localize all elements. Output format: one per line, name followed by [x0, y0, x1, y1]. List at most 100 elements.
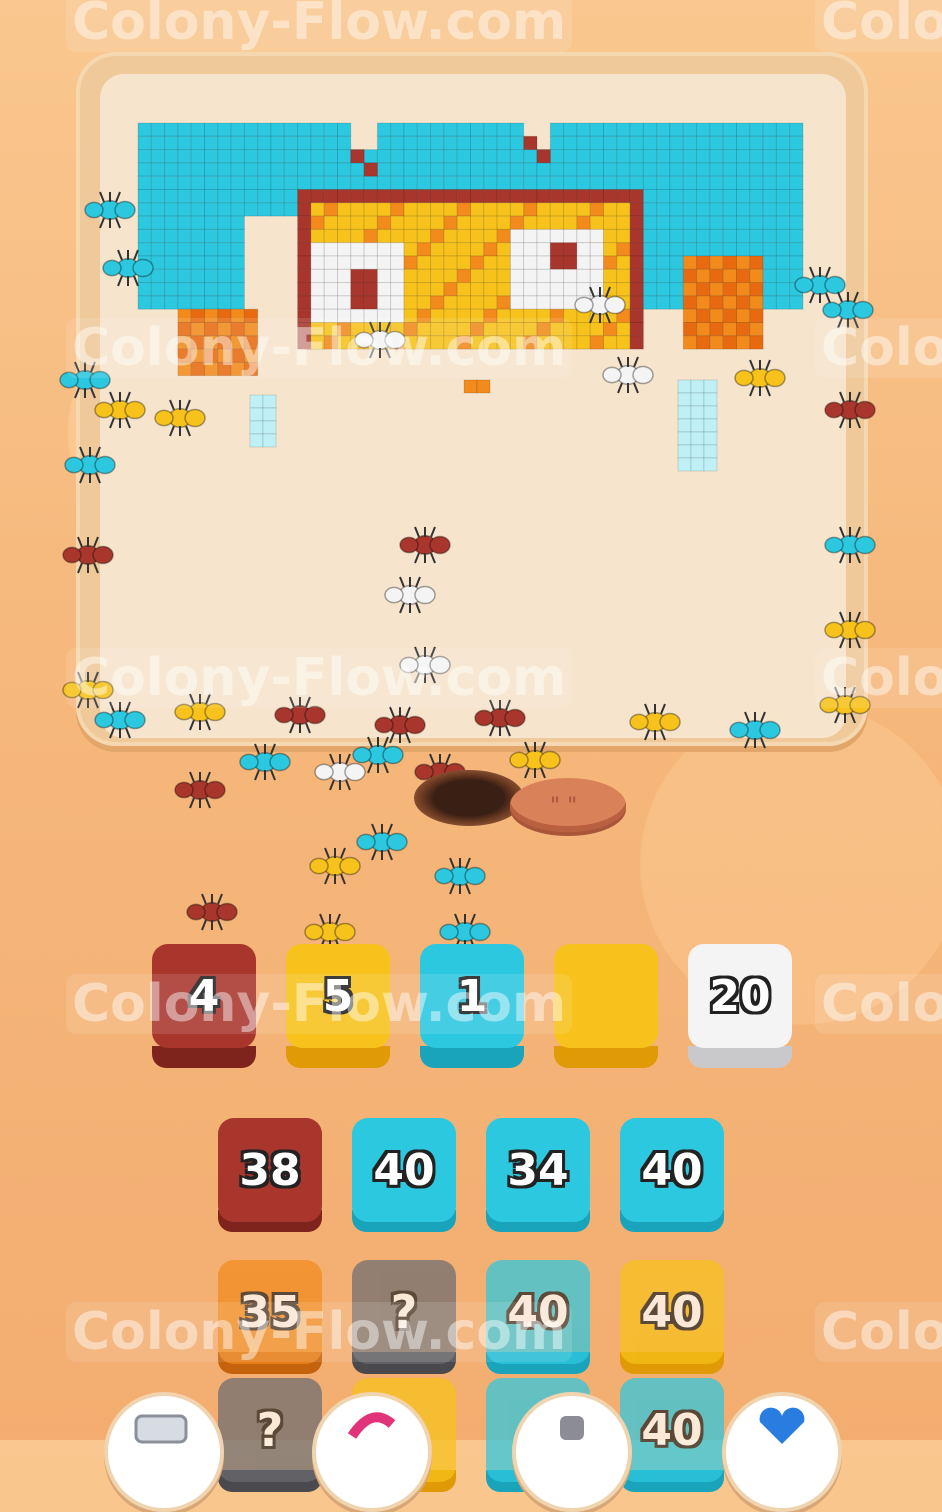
pixel	[243, 189, 259, 204]
pixel	[669, 282, 684, 297]
pixel	[722, 189, 738, 204]
pixel	[523, 175, 538, 190]
pixel	[762, 242, 777, 257]
pixel	[483, 189, 498, 204]
pixel	[177, 361, 192, 377]
pixel	[690, 418, 705, 433]
pixel	[416, 335, 432, 350]
pixel	[243, 348, 259, 363]
color-tile[interactable]: 34	[486, 1118, 590, 1222]
pixel	[709, 268, 724, 284]
heart-button[interactable]	[722, 1392, 842, 1512]
pixel	[549, 175, 565, 190]
pixel	[722, 175, 738, 190]
pixel	[323, 295, 339, 310]
pixel	[323, 322, 339, 337]
color-tile[interactable]: 40	[486, 1260, 590, 1364]
pixel	[736, 255, 751, 270]
pixel	[430, 255, 445, 270]
pixel	[310, 228, 325, 244]
pixel	[177, 295, 192, 310]
ant	[509, 741, 561, 779]
pixel	[257, 175, 272, 190]
pixel	[350, 162, 365, 177]
pixel	[669, 255, 684, 270]
pixel	[709, 242, 724, 257]
pixel	[350, 282, 365, 297]
pixel	[509, 242, 525, 257]
pixel	[297, 175, 312, 190]
pixel	[629, 282, 644, 297]
pixel	[709, 202, 724, 217]
color-tile[interactable]: 40	[620, 1260, 724, 1364]
pixel	[249, 407, 264, 422]
pixel	[775, 268, 791, 284]
pixel	[456, 255, 472, 270]
color-tile[interactable]: 35	[218, 1260, 322, 1364]
pixel	[616, 162, 631, 177]
pixel	[217, 322, 232, 337]
queue-slot[interactable]: 4	[152, 944, 256, 1048]
pixel	[642, 149, 658, 164]
pixel	[456, 122, 472, 137]
pixel	[230, 322, 245, 337]
pixel	[523, 335, 538, 350]
color-tile[interactable]: 40	[620, 1118, 724, 1222]
bell-button[interactable]	[512, 1392, 632, 1512]
queue-slot[interactable]: 5	[286, 944, 390, 1048]
pixel	[150, 295, 166, 310]
pixel	[310, 255, 325, 270]
eraser-button[interactable]	[104, 1392, 224, 1512]
tile-count: 40	[641, 1286, 703, 1338]
pixel	[709, 135, 724, 151]
pixel	[789, 122, 804, 137]
queue-slot[interactable]: 1	[420, 944, 524, 1048]
pixel	[496, 282, 511, 297]
pixel	[230, 295, 245, 310]
color-tile[interactable]: 40	[620, 1378, 724, 1482]
pixel	[762, 295, 777, 310]
pixel	[696, 122, 711, 137]
pixel	[589, 175, 605, 190]
shuffle-button[interactable]	[312, 1392, 432, 1512]
pixel	[677, 444, 692, 459]
pixel	[563, 268, 578, 284]
pixel	[629, 189, 644, 204]
pixel	[749, 202, 764, 217]
pixel	[656, 215, 671, 230]
pixel	[536, 268, 551, 284]
pixel	[390, 228, 405, 244]
queue-slot[interactable]: 20	[688, 944, 792, 1048]
pixel	[230, 348, 245, 363]
pixel	[642, 295, 658, 310]
pixel	[536, 162, 551, 177]
pixel	[677, 392, 692, 407]
ant	[734, 359, 786, 397]
pixel	[190, 242, 205, 257]
color-tile[interactable]: 40	[352, 1118, 456, 1222]
pixel	[709, 189, 724, 204]
ant	[602, 356, 654, 394]
pixel	[563, 335, 578, 350]
pixel	[443, 228, 458, 244]
color-tile[interactable]: 38	[218, 1118, 322, 1222]
pixel	[376, 282, 392, 297]
mystery-tile[interactable]: ?	[218, 1378, 322, 1482]
pixel	[669, 268, 684, 284]
pixel	[164, 295, 179, 310]
pixel	[430, 282, 445, 297]
queue-slot[interactable]	[554, 944, 658, 1048]
mystery-tile[interactable]: ?	[352, 1260, 456, 1364]
pixel	[775, 282, 791, 297]
pixel	[177, 308, 192, 324]
pixel	[164, 202, 179, 217]
pixel	[376, 308, 392, 324]
pixel	[496, 255, 511, 270]
pixel	[483, 135, 498, 151]
pixel	[603, 189, 618, 204]
pixel	[443, 162, 458, 177]
pixel	[217, 189, 232, 204]
tile-count: 40	[373, 1144, 435, 1196]
pixel	[150, 135, 166, 151]
pixel	[190, 175, 205, 190]
